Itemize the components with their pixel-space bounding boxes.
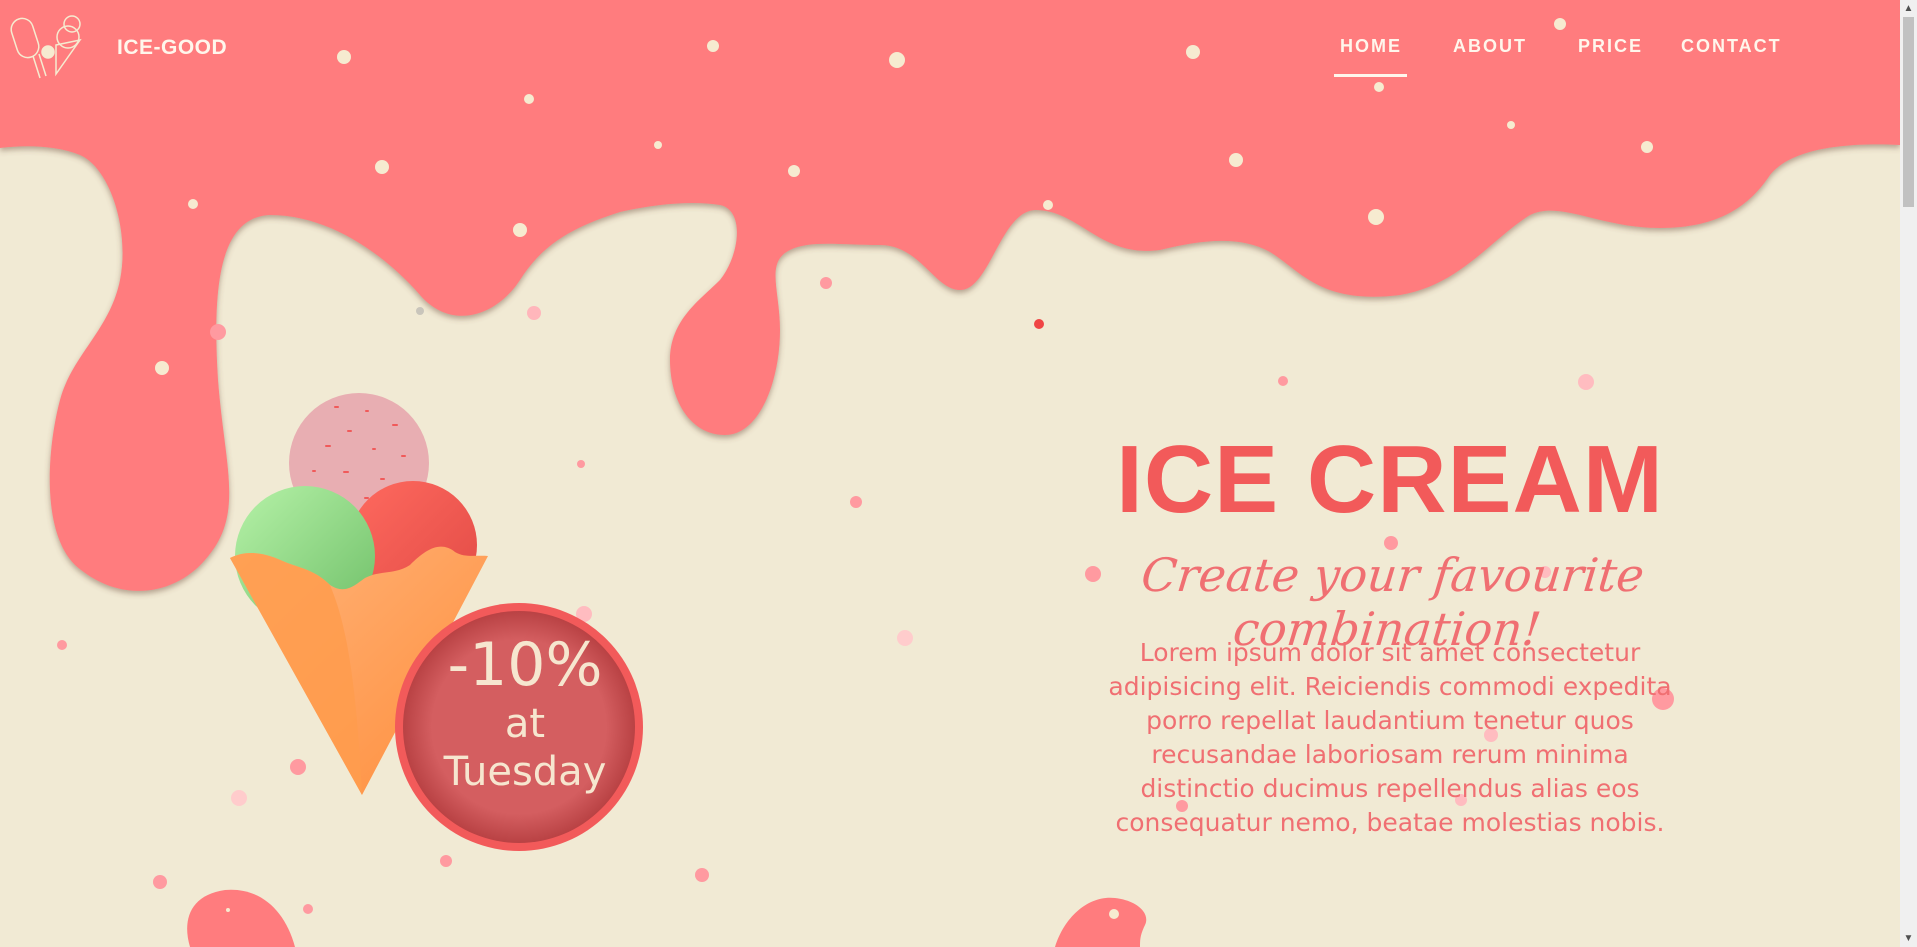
brand-name[interactable]: ICE-GOOD bbox=[117, 36, 227, 60]
badge-line-2: Tuesday bbox=[443, 749, 607, 795]
hero-title: ICE CREAM bbox=[1116, 426, 1664, 533]
scroll-up-arrow-icon[interactable]: ▲ bbox=[1900, 0, 1917, 17]
hero-description: Lorem ipsum dolor sit amet consectetur a… bbox=[1108, 638, 1672, 837]
nav-active-indicator bbox=[1334, 74, 1407, 77]
scrollbar-thumb[interactable] bbox=[1903, 17, 1914, 207]
badge-discount: -10% bbox=[447, 630, 603, 700]
badge-text: -10% at Tuesday bbox=[410, 630, 640, 796]
drip-blob bbox=[1055, 897, 1147, 947]
nav-link-price[interactable]: PRICE bbox=[1578, 36, 1643, 57]
scroll-down-arrow-icon[interactable]: ▼ bbox=[1900, 930, 1917, 947]
badge-line-1: at bbox=[504, 701, 546, 747]
nav-link-home[interactable]: HOME bbox=[1340, 36, 1402, 57]
navbar: ICE-GOOD HOME ABOUT PRICE CONTACT bbox=[0, 0, 1900, 95]
nav-link-contact[interactable]: CONTACT bbox=[1681, 36, 1782, 57]
drip-blob bbox=[187, 889, 295, 947]
page-scrollbar[interactable]: ▲ ▼ bbox=[1900, 0, 1917, 947]
nav-link-about[interactable]: ABOUT bbox=[1453, 36, 1527, 57]
